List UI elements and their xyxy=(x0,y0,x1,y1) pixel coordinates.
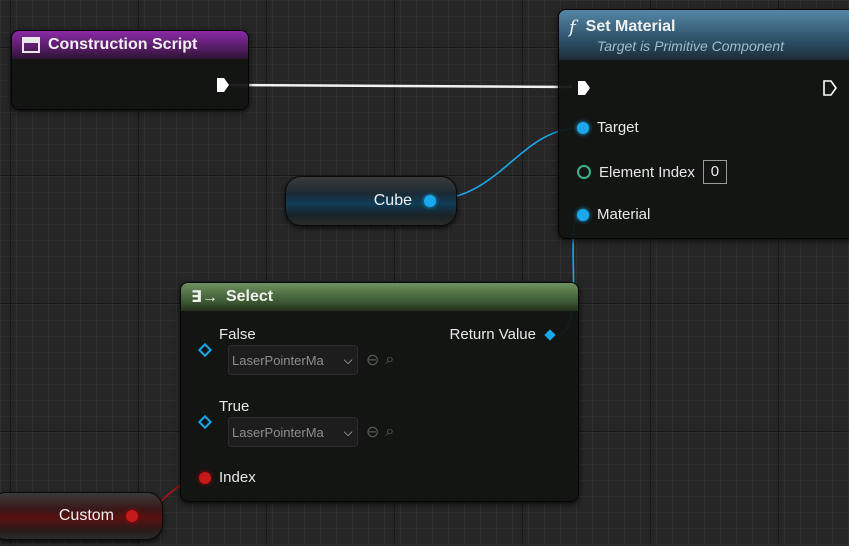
false-pin[interactable] xyxy=(197,342,213,358)
select-title: Select xyxy=(225,288,274,305)
false-asset-value: LaserPointerMa xyxy=(232,352,324,368)
integer-pin-icon xyxy=(577,165,591,179)
construction-script-title: Construction Script xyxy=(48,36,198,53)
true-asset-value: LaserPointerMa xyxy=(232,424,324,440)
set-material-subtitle: Target is Primitive Component xyxy=(597,37,785,54)
material-pin[interactable]: Material xyxy=(577,206,650,223)
select-arrow-icon: ∃→ xyxy=(191,289,218,306)
exec-out-pin[interactable] xyxy=(216,77,230,93)
index-pin[interactable]: Index xyxy=(199,469,256,486)
set-material-header: f Set Material Target is Primitive Compo… xyxy=(559,10,849,60)
false-asset-actions: ⊖ ⌕ xyxy=(366,350,394,370)
element-index-label: Element Index xyxy=(599,163,695,181)
cube-label: Cube xyxy=(373,192,412,209)
use-selected-icon[interactable]: ⊖ xyxy=(366,422,379,442)
true-asset-actions: ⊖ ⌕ xyxy=(366,422,394,442)
custom-label: Custom xyxy=(58,507,114,524)
material-label: Material xyxy=(597,206,651,223)
use-selected-icon[interactable]: ⊖ xyxy=(366,350,379,370)
byte-pin-icon[interactable] xyxy=(126,510,138,522)
exec-arrow-icon xyxy=(578,81,590,95)
false-label-row: False xyxy=(219,326,256,343)
custom-variable-node[interactable]: Custom xyxy=(0,492,163,540)
return-value-pin[interactable]: Return Value xyxy=(449,326,556,343)
exec-in-pin[interactable] xyxy=(577,80,591,96)
target-label: Target xyxy=(597,119,639,136)
true-label: True xyxy=(219,398,250,415)
exec-out-pin[interactable] xyxy=(823,80,837,96)
browse-icon[interactable]: ⌕ xyxy=(385,351,394,369)
return-value-label: Return Value xyxy=(449,326,536,343)
chevron-down-icon: ⌵ xyxy=(343,352,353,367)
element-index-input[interactable]: 0 xyxy=(702,160,727,184)
false-asset-dropdown[interactable]: LaserPointerMa ⌵ xyxy=(228,345,358,375)
set-material-title: Set Material xyxy=(585,18,676,35)
blueprint-function-icon xyxy=(22,37,40,53)
exec-arrow-icon xyxy=(217,78,229,92)
select-header: ∃→ Select xyxy=(181,283,578,311)
exec-arrow-outline-icon xyxy=(823,80,837,96)
false-label: False xyxy=(219,326,256,343)
object-pin-icon[interactable] xyxy=(424,195,436,207)
construction-script-node[interactable]: Construction Script xyxy=(11,30,249,110)
byte-pin-icon xyxy=(199,471,211,484)
function-icon: f xyxy=(569,16,576,38)
true-pin[interactable] xyxy=(197,414,213,430)
wildcard-pin-icon xyxy=(197,414,213,430)
wildcard-pin-icon xyxy=(197,342,213,358)
element-index-pin[interactable]: Element Index 0 xyxy=(577,160,727,184)
index-label: Index xyxy=(219,469,256,486)
cube-variable-node[interactable]: Cube xyxy=(285,176,457,226)
browse-icon[interactable]: ⌕ xyxy=(385,423,394,441)
target-pin[interactable]: Target xyxy=(577,119,639,136)
chevron-down-icon: ⌵ xyxy=(343,424,353,439)
true-label-row: True xyxy=(219,398,249,415)
object-pin-icon xyxy=(577,121,589,134)
set-material-node[interactable]: f Set Material Target is Primitive Compo… xyxy=(558,9,849,239)
exec-wire xyxy=(229,83,573,89)
true-asset-dropdown[interactable]: LaserPointerMa ⌵ xyxy=(228,417,358,447)
object-pin-icon xyxy=(577,208,589,221)
select-node[interactable]: ∃→ Select False LaserPointerMa ⌵ ⊖ ⌕ Ret… xyxy=(180,282,579,502)
wildcard-pin-icon xyxy=(544,328,556,341)
construction-script-header: Construction Script xyxy=(12,31,248,59)
